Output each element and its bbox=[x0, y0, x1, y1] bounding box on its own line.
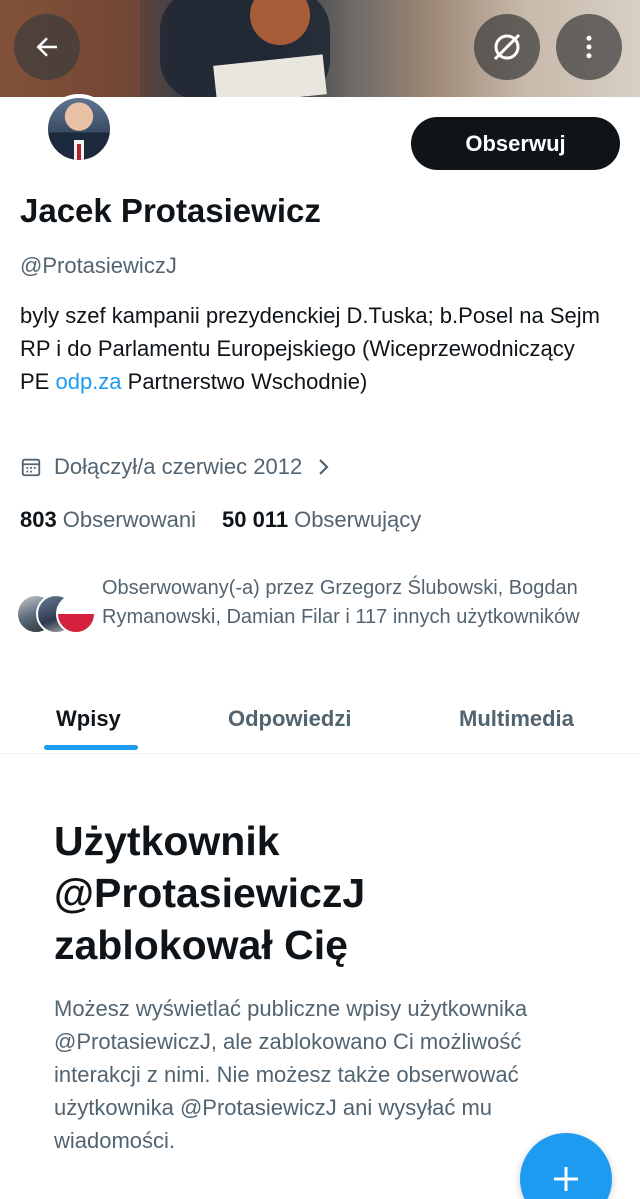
back-button[interactable] bbox=[14, 14, 80, 80]
followed-by-text: Obserwowany(-a) przez Grzegorz Ślubowski… bbox=[102, 577, 580, 628]
follower-avatar bbox=[56, 594, 96, 634]
tab-posts[interactable]: Wpisy bbox=[56, 684, 121, 753]
profile-banner[interactable] bbox=[0, 0, 640, 97]
grok-icon bbox=[493, 33, 521, 61]
followers-stat[interactable]: 50 011 Obserwujący bbox=[222, 507, 421, 533]
grok-button[interactable] bbox=[474, 14, 540, 80]
following-stat[interactable]: 803 Obserwowani bbox=[20, 507, 196, 533]
profile-avatar[interactable] bbox=[44, 94, 114, 164]
joined-date-row[interactable]: Dołączył/a czerwiec 2012 bbox=[20, 454, 332, 480]
bio-text-2: Partnerstwo Wschodnie) bbox=[121, 369, 368, 394]
profile-bio: byly szef kampanii prezydenckiej D.Tuska… bbox=[20, 299, 610, 398]
follow-button[interactable]: Obserwuj bbox=[411, 117, 620, 170]
more-vertical-icon bbox=[586, 35, 592, 59]
following-label: Obserwowani bbox=[62, 507, 196, 532]
profile-handle: @ProtasiewiczJ bbox=[20, 253, 177, 278]
blocked-title: Użytkownik @ProtasiewiczJ zablokował Cię bbox=[54, 818, 366, 968]
tab-replies[interactable]: Odpowiedzi bbox=[228, 684, 351, 753]
calendar-icon bbox=[21, 458, 41, 477]
blocked-description: Możesz wyświetlać publiczne wpisy użytko… bbox=[54, 996, 528, 1153]
plus-icon bbox=[554, 1167, 578, 1191]
profile-name: Jacek Protasiewicz bbox=[20, 192, 321, 229]
following-count: 803 bbox=[20, 507, 57, 532]
chevron-right-icon bbox=[319, 459, 329, 475]
followers-count: 50 011 bbox=[222, 507, 289, 532]
joined-date: Dołączył/a czerwiec 2012 bbox=[54, 454, 303, 479]
profile-stats: 803 Obserwowani 50 011 Obserwujący bbox=[20, 507, 421, 533]
followers-label: Obserwujący bbox=[294, 507, 422, 532]
followed-by-section[interactable]: Obserwowany(-a) przez Grzegorz Ślubowski… bbox=[16, 574, 592, 658]
followed-by-avatars bbox=[16, 594, 98, 658]
more-button[interactable] bbox=[556, 14, 622, 80]
arrow-left-icon bbox=[36, 37, 57, 57]
tab-media[interactable]: Multimedia bbox=[459, 684, 574, 753]
profile-tabs: Wpisy Odpowiedzi Multimedia bbox=[0, 684, 640, 754]
active-tab-indicator bbox=[44, 745, 138, 750]
bio-link[interactable]: odp.za bbox=[55, 369, 121, 394]
